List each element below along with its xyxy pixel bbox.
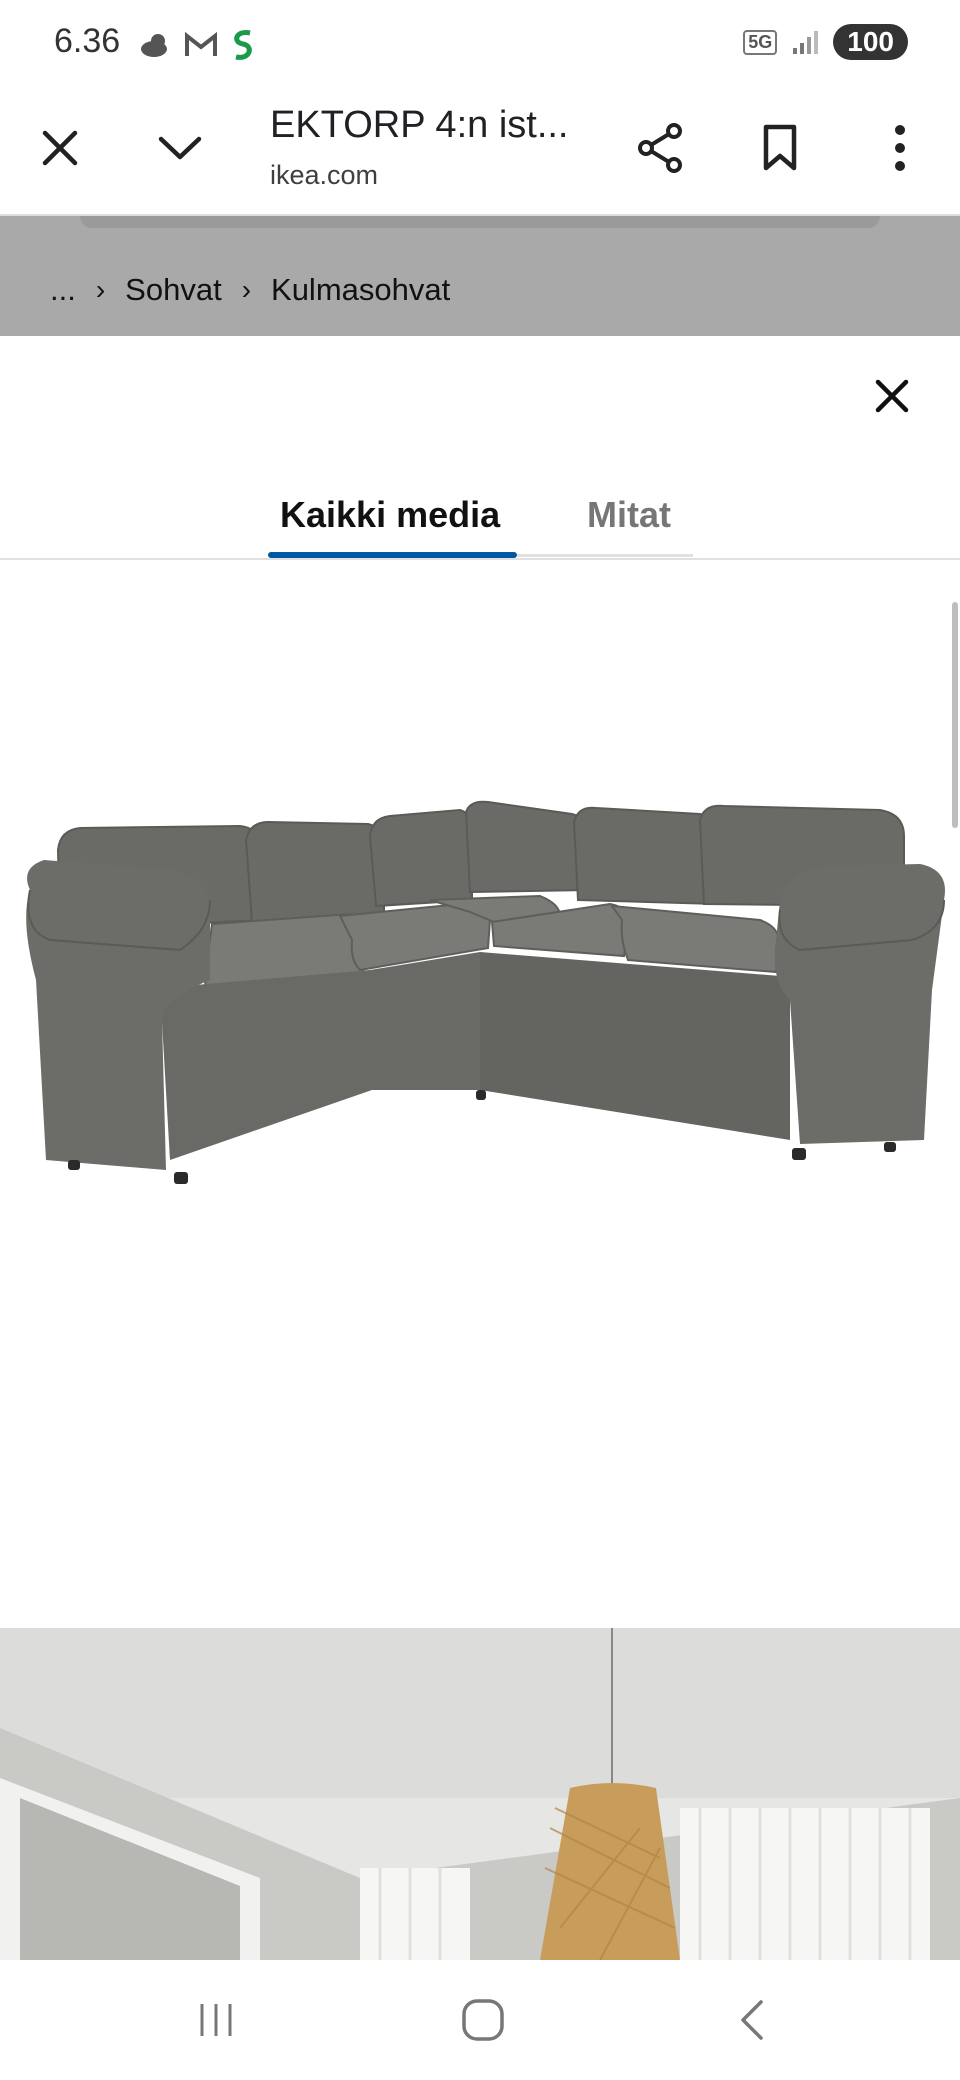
weather-cloud-icon — [141, 34, 167, 57]
close-tab-button[interactable] — [20, 108, 100, 188]
home-button[interactable] — [443, 1980, 523, 2060]
notification-icons — [140, 28, 256, 62]
chevron-down-icon — [158, 136, 202, 160]
corner-sofa-image — [26, 800, 945, 1184]
active-tab-indicator — [268, 552, 517, 558]
product-image-room[interactable] — [0, 1628, 960, 1960]
bookmark-icon — [763, 124, 797, 171]
media-tabs: Kaikki media Mitat — [0, 466, 960, 560]
gmail-icon — [185, 31, 217, 56]
system-icons: 5G 100 — [743, 24, 908, 60]
chevron-right-icon: › — [95, 274, 106, 305]
system-nav-bar — [0, 1960, 960, 2080]
close-icon — [875, 379, 909, 413]
more-vert-icon — [895, 125, 905, 171]
browser-toolbar: EKTORP 4:n ist... ikea.com — [0, 88, 960, 216]
tab-mitat[interactable]: Mitat — [587, 494, 671, 536]
breadcrumb-ellipsis[interactable]: ... — [50, 272, 76, 308]
chevron-right-icon: › — [241, 274, 252, 305]
media-sheet: Kaikki media Mitat — [0, 336, 960, 1960]
breadcrumb-item-kulmasohvat[interactable]: Kulmasohvat — [271, 272, 450, 308]
share-button[interactable] — [620, 108, 700, 188]
close-icon — [42, 130, 78, 166]
s-app-icon — [234, 30, 252, 60]
network-5g-icon: 5G — [743, 29, 778, 55]
battery-icon: 100 — [833, 24, 908, 60]
breadcrumb-item-sohvat[interactable]: Sohvat — [125, 272, 222, 308]
backdrop-shadow — [80, 216, 880, 228]
recent-apps-icon — [200, 2004, 232, 2036]
status-bar: 6.36 5G 100 — [0, 0, 960, 88]
living-room-image — [0, 1628, 960, 1960]
back-button[interactable] — [712, 1980, 792, 2060]
minimize-tab-button[interactable] — [140, 108, 220, 188]
back-chevron-icon — [741, 2000, 763, 2040]
tab-track — [517, 554, 693, 557]
recent-apps-button[interactable] — [176, 1980, 256, 2060]
home-icon — [462, 1999, 504, 2041]
close-sheet-button[interactable] — [860, 364, 924, 428]
page-url[interactable]: ikea.com — [270, 160, 378, 191]
bookmark-button[interactable] — [740, 108, 820, 188]
status-time: 6.36 — [54, 22, 121, 60]
product-image-sofa[interactable] — [0, 560, 960, 1560]
more-options-button[interactable] — [860, 108, 940, 188]
breadcrumb: ... › Sohvat › Kulmasohvat — [50, 272, 450, 308]
signal-icon — [793, 31, 819, 54]
scrollbar[interactable] — [952, 602, 958, 828]
share-icon — [638, 123, 682, 173]
tab-kaikki-media[interactable]: Kaikki media — [280, 494, 500, 536]
page-title[interactable]: EKTORP 4:n ist... — [270, 104, 570, 147]
